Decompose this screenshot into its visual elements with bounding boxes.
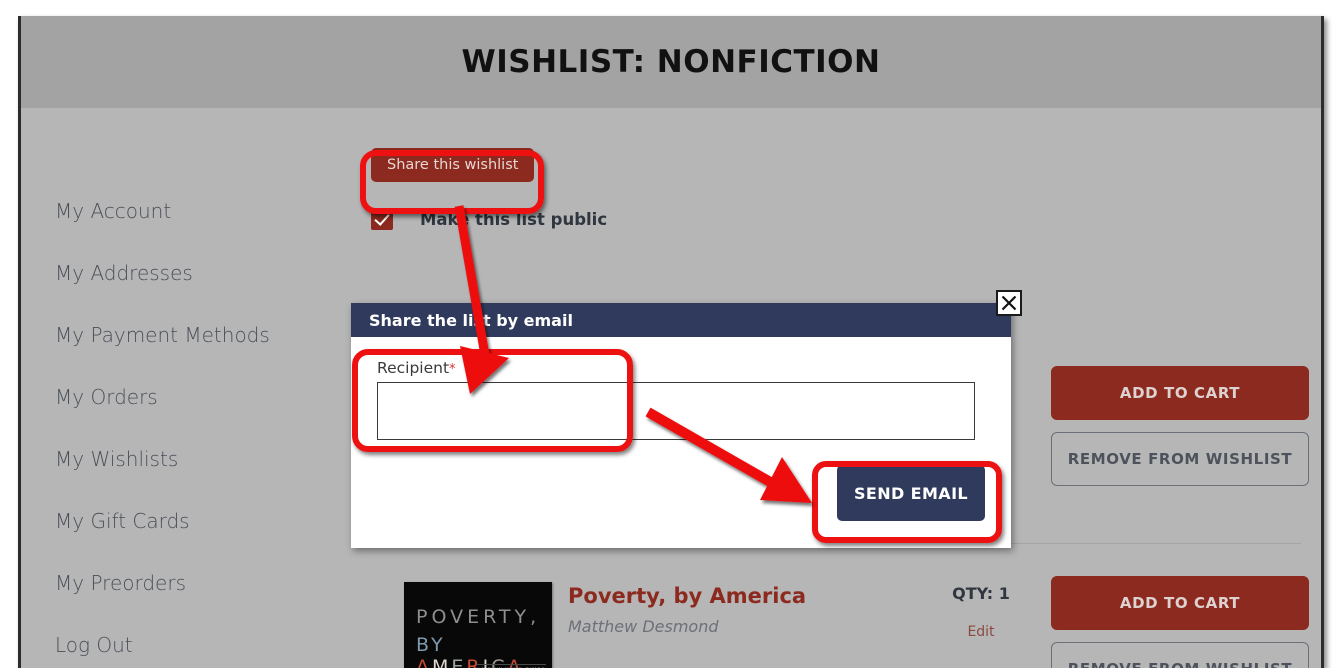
recipient-input[interactable] <box>377 382 975 440</box>
screenshot-root: WISHLIST: NONFICTION My Account My Addre… <box>0 0 1342 668</box>
share-list-modal-header: Share the list by email <box>351 303 1011 337</box>
book-qty-col-2: QTY: 1 Edit <box>911 584 1051 640</box>
share-list-modal-body: Recipient* SEND EMAIL <box>351 337 1011 521</box>
close-icon[interactable] <box>996 290 1022 316</box>
sidebar-item-my-wishlists[interactable]: My Wishlists <box>55 428 345 490</box>
book-cover-title-line-1: POVERTY, <box>416 606 541 628</box>
sidebar-item-my-addresses[interactable]: My Addresses <box>55 242 345 304</box>
page-title: WISHLIST: NONFICTION <box>461 44 881 80</box>
wishlist-controls: Share this wishlist Make this list publi… <box>371 148 1031 230</box>
book-edit-link-2[interactable]: Edit <box>911 624 1051 640</box>
recipient-field-label: Recipient* <box>377 359 985 377</box>
remove-from-wishlist-button-2[interactable]: REMOVE FROM WISHLIST <box>1051 642 1309 668</box>
required-asterisk: * <box>449 362 456 377</box>
book-actions-2: ADD TO CART REMOVE FROM WISHLIST <box>1051 576 1309 668</box>
sidebar-item-my-gift-cards[interactable]: My Gift Cards <box>55 490 345 552</box>
sidebar-item-my-preorders[interactable]: My Preorders <box>55 552 345 614</box>
make-list-public-row[interactable]: Make this list public <box>371 208 1031 230</box>
sidebar-item-my-account[interactable]: My Account <box>55 180 345 242</box>
book-author-2: Matthew Desmond <box>568 617 719 636</box>
add-to-cart-button-1[interactable]: ADD TO CART <box>1051 366 1309 420</box>
book-actions-1: ADD TO CART REMOVE FROM WISHLIST <box>1051 366 1309 486</box>
sidebar-item-log-out[interactable]: Log Out <box>55 614 345 668</box>
share-this-wishlist-button[interactable]: Share this wishlist <box>371 148 535 182</box>
recipient-label-text: Recipient <box>377 359 450 377</box>
sidebar-item-my-payment-methods[interactable]: My Payment Methods <box>55 304 345 366</box>
book-title-2[interactable]: Poverty, by America <box>568 584 938 608</box>
make-list-public-checkbox[interactable] <box>371 208 393 230</box>
share-list-modal: Share the list by email Recipient* SEND … <box>351 303 1011 548</box>
book-cover-2[interactable]: POVERTY, BY AMERICA #1 NEW YORK TIMES <box>404 582 552 668</box>
remove-from-wishlist-button-1[interactable]: REMOVE FROM WISHLIST <box>1051 432 1309 486</box>
add-to-cart-button-2[interactable]: ADD TO CART <box>1051 576 1309 630</box>
send-email-button[interactable]: SEND EMAIL <box>837 465 985 521</box>
page-header: WISHLIST: NONFICTION <box>21 16 1321 108</box>
book-info-2: Poverty, by America Matthew Desmond <box>568 584 938 636</box>
share-list-modal-title: Share the list by email <box>369 310 573 330</box>
close-x-glyph <box>1001 295 1017 311</box>
make-list-public-label: Make this list public <box>420 209 608 229</box>
book-cover-title-line-2: BY AMERICA <box>416 634 524 668</box>
account-sidebar: My Account My Addresses My Payment Metho… <box>55 180 345 668</box>
book-cover-credit: #1 NEW YORK TIMES <box>476 664 546 668</box>
wishlist-item-row-2: POVERTY, BY AMERICA #1 NEW YORK TIMES Po… <box>371 576 1321 668</box>
sidebar-item-my-orders[interactable]: My Orders <box>55 366 345 428</box>
book-qty-2: QTY: 1 <box>952 584 1010 603</box>
